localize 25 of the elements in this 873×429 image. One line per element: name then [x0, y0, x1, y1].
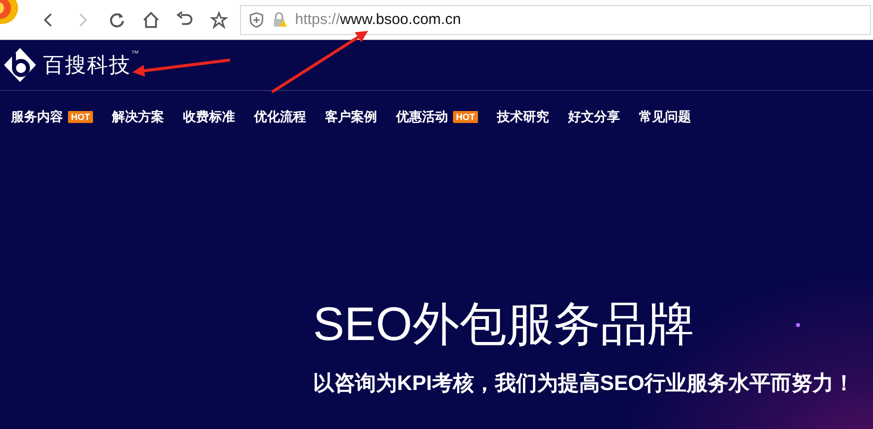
url-text: https://www.bsoo.com.cn: [295, 11, 461, 28]
sparkle-icon: [796, 323, 800, 327]
nav-link[interactable]: 好文分享: [568, 108, 620, 126]
nav-link[interactable]: 常见问题: [639, 108, 691, 126]
browser-logo-icon[interactable]: [0, 0, 20, 26]
reload-icon[interactable]: [108, 10, 126, 28]
nav-link[interactable]: 收费标准: [183, 108, 235, 126]
star-icon[interactable]: [210, 10, 228, 28]
address-bar[interactable]: https://www.bsoo.com.cn: [240, 4, 871, 34]
lock-warning-icon[interactable]: [272, 12, 287, 28]
nav-link[interactable]: 解决方案: [112, 108, 164, 126]
home-icon[interactable]: [142, 10, 160, 28]
nav-link[interactable]: 优化流程: [254, 108, 306, 126]
hero-subtitle: 以咨询为KPI考核，我们为提高SEO行业服务水平而努力！: [313, 370, 854, 397]
nav-link[interactable]: 技术研究: [497, 108, 549, 126]
nav-link[interactable]: 优惠活动: [396, 108, 448, 126]
hot-tag: HOT: [68, 111, 93, 123]
trademark-mark: ™: [131, 49, 139, 58]
logo-icon[interactable]: [2, 47, 38, 83]
nav-link[interactable]: 服务内容: [11, 108, 63, 126]
brand-name[interactable]: 百搜科技: [43, 51, 131, 79]
shield-icon[interactable]: [249, 12, 264, 28]
nav-link[interactable]: 客户案例: [325, 108, 377, 126]
hero-title: SEO外包服务品牌: [313, 296, 694, 352]
hot-tag: HOT: [453, 111, 478, 123]
